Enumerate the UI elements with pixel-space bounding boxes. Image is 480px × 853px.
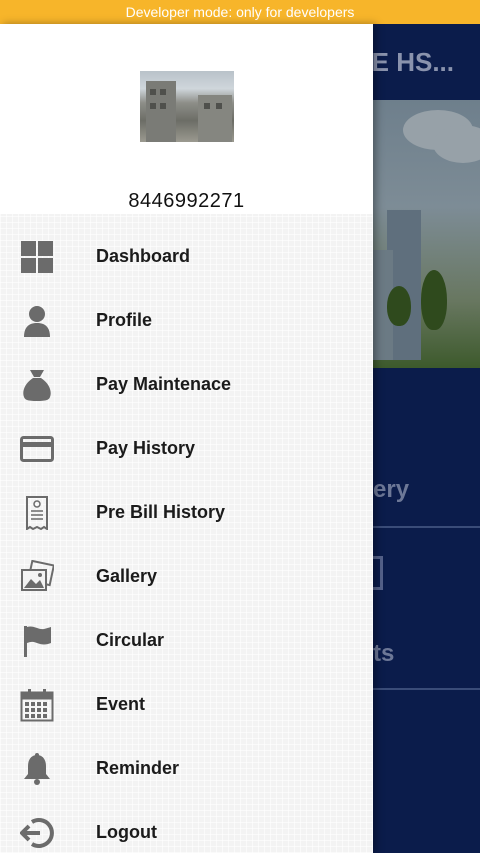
tile-label: ts <box>373 640 395 667</box>
menu-item-label: Gallery <box>96 566 158 586</box>
drawer-header <box>0 24 373 214</box>
menu-item-dashboard[interactable]: Dashboard <box>0 224 373 288</box>
developer-mode-bar: Developer mode: only for developers <box>0 0 480 24</box>
money-bag-icon <box>23 370 51 401</box>
navigation-drawer: 8446992271 Dashboard Profile Pay Mainten… <box>0 24 373 853</box>
avatar[interactable] <box>140 71 234 142</box>
menu-item-label: Pay History <box>96 438 196 458</box>
menu-item-reminder[interactable]: Reminder <box>0 736 373 800</box>
credit-card-icon <box>20 436 54 462</box>
flag-icon <box>24 626 51 657</box>
menu-item-label: Pay Maintenace <box>96 374 232 394</box>
receipt-icon <box>26 496 48 530</box>
photos-icon <box>21 560 54 591</box>
society-banner-image <box>373 100 480 368</box>
menu-item-gallery[interactable]: Gallery <box>0 544 373 608</box>
menu-item-label: Circular <box>96 630 165 650</box>
menu-item-event[interactable]: Event <box>0 672 373 736</box>
menu-item-profile[interactable]: Profile <box>0 288 373 352</box>
tile-label: ery <box>373 476 410 503</box>
menu-item-pay-maintenance[interactable]: Pay Maintenace <box>0 352 373 416</box>
menu-item-label: Event <box>96 694 146 714</box>
menu-item-label: Dashboard <box>96 246 191 266</box>
person-icon <box>24 306 50 337</box>
profile-phone-number: 8446992271 <box>128 190 245 212</box>
dashboard-grid-icon <box>21 241 53 273</box>
developer-mode-text: Developer mode: only for developers <box>125 4 355 20</box>
logout-icon <box>20 818 54 848</box>
menu-item-label: Pre Bill History <box>96 502 226 522</box>
dashboard-tile[interactable] <box>373 690 480 853</box>
dashboard-tile-gallery[interactable]: ery <box>373 368 480 528</box>
dashboard-tile-events[interactable]: ts <box>373 528 480 690</box>
tile-icon <box>373 556 383 590</box>
calendar-icon <box>20 689 54 722</box>
menu-item-label: Logout <box>96 822 157 842</box>
bell-icon <box>24 753 50 785</box>
menu-item-circular[interactable]: Circular <box>0 608 373 672</box>
menu-item-pay-history[interactable]: Pay History <box>0 416 373 480</box>
menu-item-pre-bill-history[interactable]: Pre Bill History <box>0 480 373 544</box>
menu-item-label: Reminder <box>96 758 180 778</box>
menu-item-logout[interactable]: Logout <box>0 800 373 853</box>
menu-item-label: Profile <box>96 310 153 330</box>
